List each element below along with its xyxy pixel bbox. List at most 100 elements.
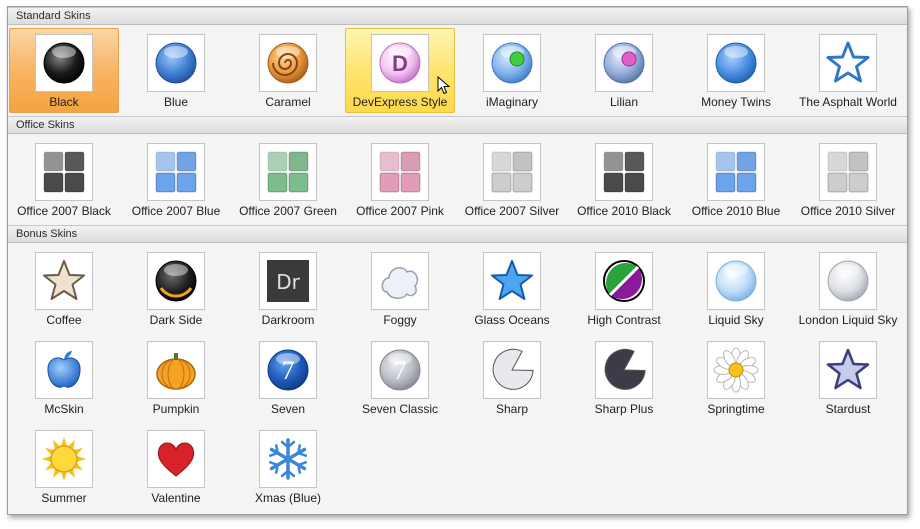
skin-item-glass-oceans[interactable]: Glass Oceans bbox=[457, 246, 567, 331]
skin-item-label: London Liquid Sky bbox=[798, 313, 898, 327]
svg-text:D: D bbox=[392, 51, 408, 76]
skin-item-black[interactable]: Black bbox=[9, 28, 119, 113]
office-squares-blue-icon bbox=[155, 151, 197, 193]
skin-item-lilian[interactable]: Lilian bbox=[569, 28, 679, 113]
liquid-sky-orb-icon bbox=[715, 260, 757, 302]
skin-item-label: Office 2010 Black bbox=[577, 204, 671, 218]
skin-item-label: McSkin bbox=[44, 402, 84, 416]
coffee-star-icon bbox=[43, 260, 85, 300]
skin-item-blue[interactable]: Blue bbox=[121, 28, 231, 113]
skin-item-label: Foggy bbox=[383, 313, 417, 327]
skin-icon-frame bbox=[35, 34, 93, 92]
seven-classic-orb-icon: 7 bbox=[379, 349, 421, 391]
skin-item-caramel[interactable]: Caramel bbox=[233, 28, 343, 113]
skin-item-valentine[interactable]: Valentine bbox=[121, 424, 231, 509]
skin-item-label: Dark Side bbox=[149, 313, 203, 327]
skin-item-imaginary[interactable]: iMaginary bbox=[457, 28, 567, 113]
skin-icon-frame bbox=[707, 34, 765, 92]
sharp-pacman-icon bbox=[492, 348, 534, 390]
mouse-cursor-icon bbox=[437, 76, 451, 95]
skin-icon-frame bbox=[371, 252, 429, 310]
skin-icon-frame bbox=[259, 430, 317, 488]
london-liquid-sky-orb-icon bbox=[827, 260, 869, 302]
skin-item-high-contrast[interactable]: High Contrast bbox=[569, 246, 679, 331]
office-squares-green-icon bbox=[267, 151, 309, 193]
caramel-swirl-icon bbox=[267, 42, 309, 84]
apple-icon bbox=[47, 351, 81, 388]
skin-item-label: Sharp bbox=[495, 402, 529, 416]
office-squares-silver-icon bbox=[827, 151, 869, 193]
skin-icon-frame bbox=[483, 34, 541, 92]
lilian-orb-icon bbox=[603, 42, 645, 84]
skin-icon-frame: Dr bbox=[259, 252, 317, 310]
seven-orb-icon: 7 bbox=[267, 349, 309, 391]
black-orb-icon bbox=[43, 42, 85, 84]
skin-item-springtime[interactable]: Springtime bbox=[681, 335, 791, 420]
office-squares-pink-icon bbox=[379, 151, 421, 193]
skin-item-label: Seven Classic bbox=[361, 402, 439, 416]
skin-item-seven[interactable]: 7 Seven bbox=[233, 335, 343, 420]
skin-icon-frame bbox=[595, 341, 653, 399]
skin-item-label: DevExpress Style bbox=[352, 95, 448, 109]
skin-item-london-liquid-sky[interactable]: London Liquid Sky bbox=[793, 246, 903, 331]
skin-item-seven-classic[interactable]: 7 Seven Classic bbox=[345, 335, 455, 420]
skin-icon-frame bbox=[483, 252, 541, 310]
skin-item-label: Office 2007 Pink bbox=[356, 204, 444, 218]
skin-item-darkroom[interactable]: Dr Darkroom bbox=[233, 246, 343, 331]
skin-item-office-2007-green[interactable]: Office 2007 Green bbox=[233, 137, 343, 222]
skin-item-label: Blue bbox=[163, 95, 189, 109]
skin-item-office-2010-silver[interactable]: Office 2010 Silver bbox=[793, 137, 903, 222]
skin-item-mcskin[interactable]: McSkin bbox=[9, 335, 119, 420]
office-squares-black-icon bbox=[43, 151, 85, 193]
skin-item-label: Office 2007 Black bbox=[17, 204, 111, 218]
skin-item-the-asphalt-world[interactable]: The Asphalt World bbox=[793, 28, 903, 113]
skin-item-stardust[interactable]: Stardust bbox=[793, 335, 903, 420]
skin-item-coffee[interactable]: Coffee bbox=[9, 246, 119, 331]
skin-item-label: Seven bbox=[270, 402, 306, 416]
skin-icon-frame bbox=[819, 341, 877, 399]
skin-item-xmas-blue[interactable]: Xmas (Blue) bbox=[233, 424, 343, 509]
skin-item-label: Office 2007 Green bbox=[239, 204, 337, 218]
high-contrast-circle-icon bbox=[603, 260, 645, 302]
skin-item-label: High Contrast bbox=[587, 313, 661, 327]
skin-item-label: Summer bbox=[41, 491, 87, 505]
skin-item-office-2007-pink[interactable]: Office 2007 Pink bbox=[345, 137, 455, 222]
skin-item-liquid-sky[interactable]: Liquid Sky bbox=[681, 246, 791, 331]
skin-item-label: Office 2007 Blue bbox=[131, 204, 221, 218]
skin-item-label: Stardust bbox=[825, 402, 871, 416]
skin-icon-frame bbox=[147, 341, 205, 399]
skin-icon-frame bbox=[35, 252, 93, 310]
skin-icon-frame bbox=[147, 430, 205, 488]
skin-item-office-2007-silver[interactable]: Office 2007 Silver bbox=[457, 137, 567, 222]
snowflake-icon bbox=[269, 438, 307, 480]
skin-item-office-2007-black[interactable]: Office 2007 Black bbox=[9, 137, 119, 222]
skin-item-summer[interactable]: Summer bbox=[9, 424, 119, 509]
skin-item-label: Glass Oceans bbox=[474, 313, 550, 327]
skin-icon-frame bbox=[707, 143, 765, 201]
skin-item-label: Pumpkin bbox=[152, 402, 200, 416]
skin-item-money-twins[interactable]: Money Twins bbox=[681, 28, 791, 113]
skin-item-sharp[interactable]: Sharp bbox=[457, 335, 567, 420]
office-squares-blue-icon bbox=[715, 151, 757, 193]
skin-item-sharp-plus[interactable]: Sharp Plus bbox=[569, 335, 679, 420]
skin-icon-frame bbox=[819, 252, 877, 310]
skin-item-label: Lilian bbox=[609, 95, 639, 109]
skin-item-pumpkin[interactable]: Pumpkin bbox=[121, 335, 231, 420]
skin-icon-frame bbox=[595, 34, 653, 92]
office-squares-silver-icon bbox=[491, 151, 533, 193]
skin-icon-frame bbox=[35, 143, 93, 201]
devexpress-logo-icon: D bbox=[379, 42, 421, 84]
skin-icon-frame bbox=[259, 34, 317, 92]
skin-item-label: Office 2010 Blue bbox=[691, 204, 781, 218]
skin-icon-frame bbox=[147, 252, 205, 310]
skin-item-office-2007-blue[interactable]: Office 2007 Blue bbox=[121, 137, 231, 222]
skin-item-office-2010-black[interactable]: Office 2010 Black bbox=[569, 137, 679, 222]
skin-item-dark-side[interactable]: Dark Side bbox=[121, 246, 231, 331]
stardust-star-icon bbox=[826, 348, 870, 390]
skin-icon-frame bbox=[707, 341, 765, 399]
skin-item-label: Springtime bbox=[707, 402, 765, 416]
svg-text:Dr: Dr bbox=[276, 270, 300, 294]
skin-item-office-2010-blue[interactable]: Office 2010 Blue bbox=[681, 137, 791, 222]
skin-item-foggy[interactable]: Foggy bbox=[345, 246, 455, 331]
skin-item-devexpress-style[interactable]: D DevExpress Style bbox=[345, 28, 455, 113]
